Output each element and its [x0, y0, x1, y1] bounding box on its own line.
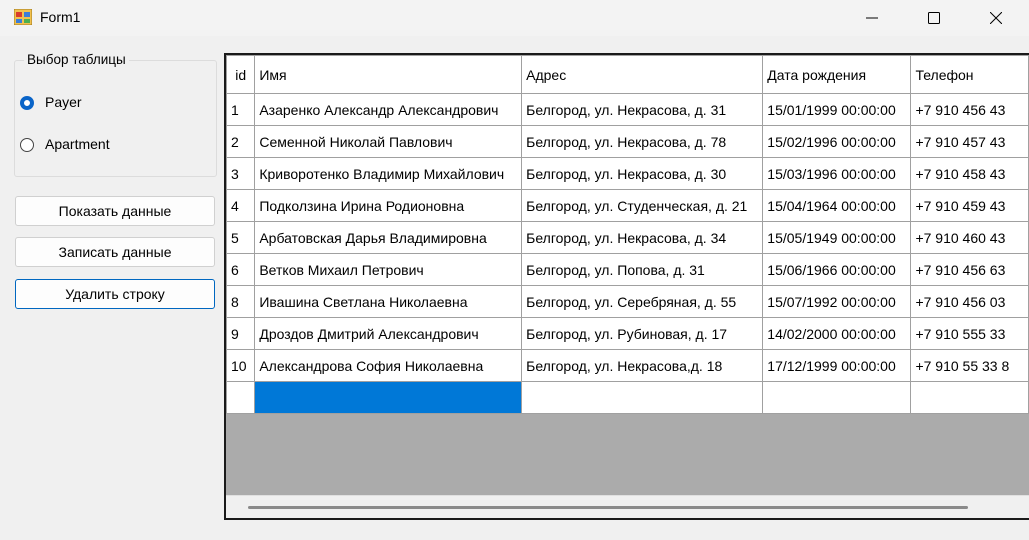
title-bar: Form1 — [0, 0, 1029, 36]
grid-header-row: id Имя Адрес Дата рождения Телефон — [226, 55, 1029, 94]
table-row[interactable]: 3 Криворотенко Владимир Михайлович Белгоро… — [226, 157, 1029, 190]
cell-name[interactable]: Ветков Михаил Петрович — [254, 253, 523, 286]
cell-phone[interactable]: +7 910 458 43 — [910, 157, 1029, 190]
cell-birthdate[interactable]: 15/02/1996 00:00:00 — [762, 125, 912, 158]
cell-phone[interactable]: +7 910 555 33 — [910, 317, 1029, 350]
radio-apartment-label[interactable]: Apartment — [45, 136, 110, 152]
cell-name[interactable]: Азаренко Александр Александрович — [254, 93, 523, 126]
cell-birthdate[interactable]: 15/01/1999 00:00:00 — [762, 93, 912, 126]
table-row[interactable]: 2 Семенной Николай Павлович Белгород, ул. … — [226, 125, 1029, 158]
cell-address[interactable]: Белгород, ул. Рубиновая, д. 17 — [521, 317, 764, 350]
window-title: Form1 — [40, 9, 81, 25]
column-header-id[interactable]: id — [226, 55, 256, 94]
column-header-phone[interactable]: Телефон — [910, 55, 1029, 94]
table-row[interactable]: 9 Дроздов Дмитрий Александрович Белгород, … — [226, 317, 1029, 350]
cell-address[interactable] — [521, 381, 764, 414]
cell-phone[interactable]: +7 910 456 03 — [910, 285, 1029, 318]
cell-phone[interactable]: +7 910 457 43 — [910, 125, 1029, 158]
cell-id[interactable] — [226, 381, 256, 414]
cell-id[interactable]: 2 — [226, 125, 256, 158]
table-row[interactable]: 1 Азаренко Александр Александрович Белгоро… — [226, 93, 1029, 126]
table-row[interactable]: 6 Ветков Михаил Петрович Белгород, ул. Поп… — [226, 253, 1029, 286]
cell-name[interactable]: Семенной Николай Павлович — [254, 125, 523, 158]
cell-birthdate[interactable]: 15/06/1966 00:00:00 — [762, 253, 912, 286]
cell-phone[interactable]: +7 910 456 63 — [910, 253, 1029, 286]
radio-unchecked-icon[interactable] — [20, 138, 34, 152]
cell-name[interactable]: Арбатовская Дарья Владимировна — [254, 221, 523, 254]
cell-id[interactable]: 10 — [226, 349, 256, 382]
write-data-button[interactable]: Записать данные — [15, 237, 215, 267]
cell-address[interactable]: Белгород, ул. Некрасова, д. 34 — [521, 221, 764, 254]
cell-address[interactable]: Белгород, ул. Некрасова, д. 30 — [521, 157, 764, 190]
cell-name[interactable]: Александрова София Николаевна — [254, 349, 523, 382]
cell-address[interactable]: Белгород, ул. Серебряная, д. 55 — [521, 285, 764, 318]
maximize-icon — [928, 12, 940, 24]
minimize-icon — [866, 17, 878, 19]
column-header-birthdate[interactable]: Дата рождения — [762, 55, 912, 94]
cell-phone[interactable]: +7 910 55 33 8 — [910, 349, 1029, 382]
cell-phone[interactable] — [910, 381, 1029, 414]
group-legend: Выбор таблицы — [24, 52, 129, 67]
horizontal-scrollbar[interactable] — [226, 495, 1029, 518]
column-header-name[interactable]: Имя — [254, 55, 523, 94]
cell-phone[interactable]: +7 910 456 43 — [910, 93, 1029, 126]
cell-phone[interactable]: +7 910 459 43 — [910, 189, 1029, 222]
table-row[interactable]: 8 Ивашина Светлана Николаевна Белгород, ул… — [226, 285, 1029, 318]
cell-id[interactable]: 6 — [226, 253, 256, 286]
close-icon — [990, 12, 1002, 24]
cell-address[interactable]: Белгород, ул. Некрасова, д. 78 — [521, 125, 764, 158]
column-header-address[interactable]: Адрес — [521, 55, 764, 94]
cell-birthdate[interactable]: 17/12/1999 00:00:00 — [762, 349, 912, 382]
cell-name[interactable]: Криворотенко Владимир Михайлович — [254, 157, 523, 190]
cell-name[interactable]: Ивашина Светлана Николаевна — [254, 285, 523, 318]
cell-name[interactable]: Подколзина Ирина Родионовна — [254, 189, 523, 222]
table-row[interactable]: 10 Александрова София Николаевна Белгород,… — [226, 349, 1029, 382]
data-grid[interactable]: id Имя Адрес Дата рождения Телефон 1 Азар… — [224, 53, 1029, 520]
radio-payer-label[interactable]: Payer — [45, 94, 82, 110]
table-select-group: Выбор таблицы Payer Apartment — [14, 52, 217, 177]
maximize-button[interactable] — [903, 0, 965, 36]
grid-body: 1 Азаренко Александр Александрович Белгоро… — [226, 93, 1029, 414]
table-row[interactable]: 4 Подколзина Ирина Родионовна Белгород, ул… — [226, 189, 1029, 222]
cell-id[interactable]: 4 — [226, 189, 256, 222]
cell-birthdate[interactable]: 15/07/1992 00:00:00 — [762, 285, 912, 318]
radio-checked-icon[interactable] — [20, 96, 34, 110]
cell-phone[interactable]: +7 910 460 43 — [910, 221, 1029, 254]
minimize-button[interactable] — [841, 0, 903, 36]
cell-name[interactable]: Дроздов Дмитрий Александрович — [254, 317, 523, 350]
cell-id[interactable]: 8 — [226, 285, 256, 318]
grid-table: id Имя Адрес Дата рождения Телефон 1 Азар… — [226, 55, 1029, 414]
cell-birthdate[interactable]: 15/05/1949 00:00:00 — [762, 221, 912, 254]
close-button[interactable] — [965, 0, 1027, 36]
cell-id[interactable]: 1 — [226, 93, 256, 126]
delete-row-button[interactable]: Удалить строку — [15, 279, 215, 309]
cell-address[interactable]: Белгород, ул. Попова, д. 31 — [521, 253, 764, 286]
cell-birthdate[interactable]: 15/04/1964 00:00:00 — [762, 189, 912, 222]
cell-birthdate[interactable] — [762, 381, 912, 414]
cell-address[interactable]: Белгород, ул. Студенческая, д. 21 — [521, 189, 764, 222]
cell-address[interactable]: Белгород, ул. Некрасова, д. 31 — [521, 93, 764, 126]
cell-id[interactable]: 5 — [226, 221, 256, 254]
table-row[interactable]: 5 Арбатовская Дарья Владимировна Белгород,… — [226, 221, 1029, 254]
cell-id[interactable]: 9 — [226, 317, 256, 350]
cell-address[interactable]: Белгород, ул. Некрасова,д. 18 — [521, 349, 764, 382]
cell-name[interactable] — [254, 381, 523, 414]
cell-birthdate[interactable]: 14/02/2000 00:00:00 — [762, 317, 912, 350]
scrollbar-thumb[interactable] — [248, 506, 968, 509]
form-app-icon — [14, 9, 32, 25]
cell-id[interactable]: 3 — [226, 157, 256, 190]
table-row[interactable] — [226, 381, 1029, 414]
show-data-button[interactable]: Показать данные — [15, 196, 215, 226]
cell-birthdate[interactable]: 15/03/1996 00:00:00 — [762, 157, 912, 190]
